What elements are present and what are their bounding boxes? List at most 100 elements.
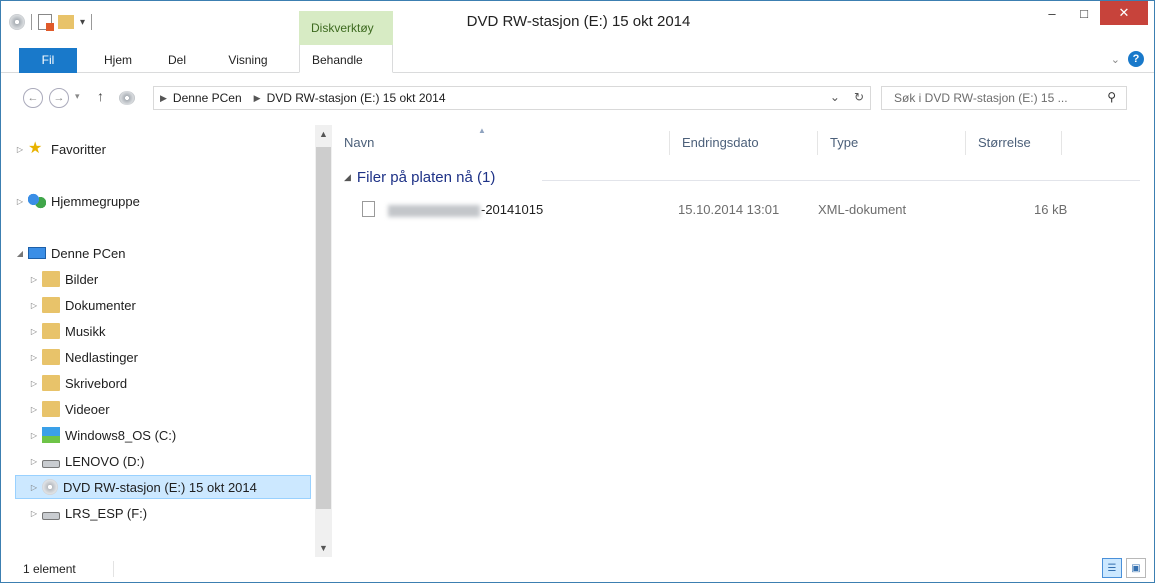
minimize-button[interactable]: – [1036,1,1068,25]
homegroup-icon [28,193,46,209]
large-icons-view-icon[interactable]: ▣ [1126,558,1146,578]
tab-view[interactable]: Visning [217,45,279,73]
properties-icon[interactable] [38,14,54,31]
collapse-group-icon[interactable]: ◢ [344,172,351,183]
nav-drive-d[interactable]: ▷ LENOVO (D:) [15,449,311,473]
title-bar: ▾ Diskverktøy DVD RW-stasjon (E:) 15 okt… [1,1,1154,45]
tab-share[interactable]: Del [159,45,195,73]
redacted-filename [388,204,480,217]
computer-icon [28,247,46,259]
nav-label: Windows8_OS (C:) [65,427,177,443]
back-button[interactable]: ← [23,88,43,108]
expand-icon[interactable]: ▷ [29,457,39,466]
file-size: 16 kB [1034,202,1068,217]
nav-downloads[interactable]: ▷ Nedlastinger [15,345,311,369]
address-bar-tools: ⌄ ↻ [830,90,864,104]
forward-button[interactable]: → [49,88,69,108]
search-input[interactable]: Søk i DVD RW-stasjon (E:) 15 ... ⚲ [881,86,1127,110]
details-view-icon[interactable]: ☰ [1102,558,1122,578]
address-bar[interactable]: ▶ Denne PCen ▶ DVD RW-stasjon (E:) 15 ok… [153,86,871,110]
file-type: XML-dokument [818,202,907,217]
nav-videos[interactable]: ▷ Videoer [15,397,311,421]
nav-label: DVD RW-stasjon (E:) 15 okt 2014 [63,479,257,495]
nav-label: LRS_ESP (F:) [65,505,148,521]
tab-manage[interactable]: Behandle [299,45,393,73]
breadcrumb-this-pc[interactable]: Denne PCen [173,91,242,105]
expand-icon[interactable]: ▷ [29,301,39,310]
group-header[interactable]: ◢ Filer på platen nå (1) [344,169,495,186]
column-date[interactable]: Endringsdato [670,131,818,155]
expand-icon[interactable]: ▷ [29,405,39,414]
help-icon[interactable]: ? [1128,51,1144,67]
window-controls: – □ ✕ [1036,1,1148,29]
address-row: ← → ▾ ↑ ▶ Denne PCen ▶ DVD RW-stasjon (E… [1,81,1154,115]
scroll-down-icon[interactable]: ▼ [315,539,332,557]
nav-drive-c[interactable]: ▷ Windows8_OS (C:) [15,423,311,447]
nav-label: Videoer [65,401,110,417]
column-label: Navn [344,135,375,150]
nav-drive-f[interactable]: ▷ LRS_ESP (F:) [15,501,311,525]
nav-documents[interactable]: ▷ Dokumenter [15,293,311,317]
ribbon-right-controls: ⌄ ? [1111,51,1144,67]
xml-file-icon [362,201,375,217]
star-icon: ★ [28,140,43,157]
column-size[interactable]: Størrelse [966,131,1062,155]
expand-icon[interactable]: ▷ [29,353,39,362]
downloads-folder-icon [42,349,60,365]
customize-toolbar-icon[interactable]: ▾ [80,17,85,28]
expand-icon[interactable]: ▷ [29,509,39,518]
close-button[interactable]: ✕ [1100,1,1148,25]
divider [91,14,93,30]
recent-locations-icon[interactable]: ▾ [75,91,80,102]
expand-icon[interactable]: ▷ [29,483,39,492]
group-label: Filer på platen nå (1) [356,169,496,186]
column-label: Endringsdato [682,135,759,150]
address-history-icon[interactable]: ⌄ [830,90,840,104]
scroll-up-icon[interactable]: ▲ [315,125,332,143]
nav-pictures[interactable]: ▷ Bilder [15,267,311,291]
arrow-left-icon: ← [27,92,39,104]
chevron-right-icon[interactable]: ▶ [160,93,167,104]
expand-icon[interactable]: ▷ [29,275,39,284]
tab-home[interactable]: Hjem [93,45,143,73]
column-type[interactable]: Type [818,131,966,155]
quick-access-toolbar: ▾ [9,9,93,35]
nav-this-pc[interactable]: ◢ Denne PCen [15,241,311,265]
expand-icon[interactable]: ▷ [15,145,25,154]
disc-icon[interactable] [9,14,25,30]
column-name[interactable]: ▲ Navn [332,126,670,155]
new-folder-icon[interactable] [58,15,74,29]
drive-icon [42,512,60,520]
file-name: -20141015 [388,202,543,217]
item-count: 1 element [23,562,76,576]
search-icon[interactable]: ⚲ [1107,90,1116,104]
breadcrumb-dvd-drive[interactable]: DVD RW-stasjon (E:) 15 okt 2014 [267,91,446,105]
nav-homegroup[interactable]: ▷ Hjemmegruppe [15,189,311,213]
maximize-button[interactable]: □ [1068,1,1100,25]
expand-icon[interactable]: ▷ [29,431,39,440]
nav-label: Skrivebord [65,375,128,391]
expand-icon[interactable]: ▷ [15,197,25,206]
nav-favorites[interactable]: ▷ ★ Favoritter [15,137,311,161]
nav-music[interactable]: ▷ Musikk [15,319,311,343]
expand-icon[interactable]: ▷ [29,379,39,388]
nav-drive-e[interactable]: ▷ DVD RW-stasjon (E:) 15 okt 2014 [15,475,311,499]
nav-label: Nedlastinger [65,349,138,365]
nav-desktop[interactable]: ▷ Skrivebord [15,371,311,395]
chevron-right-icon[interactable]: ▶ [254,93,261,104]
computer-icon [119,91,135,105]
tab-file[interactable]: Fil [19,48,77,73]
chevron-down-icon[interactable]: ⌄ [1111,53,1120,66]
expand-icon[interactable]: ▷ [29,327,39,336]
window-title: DVD RW-stasjon (E:) 15 okt 2014 [466,13,691,30]
nav-scrollbar[interactable]: ▲ ▼ [315,125,332,557]
refresh-icon[interactable]: ↻ [854,90,864,104]
scroll-thumb[interactable] [316,147,331,509]
nav-label: Favoritter [51,141,106,157]
column-label: Type [830,135,859,150]
up-arrow-icon[interactable]: ↑ [97,88,104,104]
collapse-icon[interactable]: ◢ [15,249,25,258]
column-label: Størrelse [978,135,1031,150]
file-row[interactable]: -20141015 15.10.2014 13:01 XML-dokument … [352,199,1142,221]
disc-icon [42,479,58,495]
